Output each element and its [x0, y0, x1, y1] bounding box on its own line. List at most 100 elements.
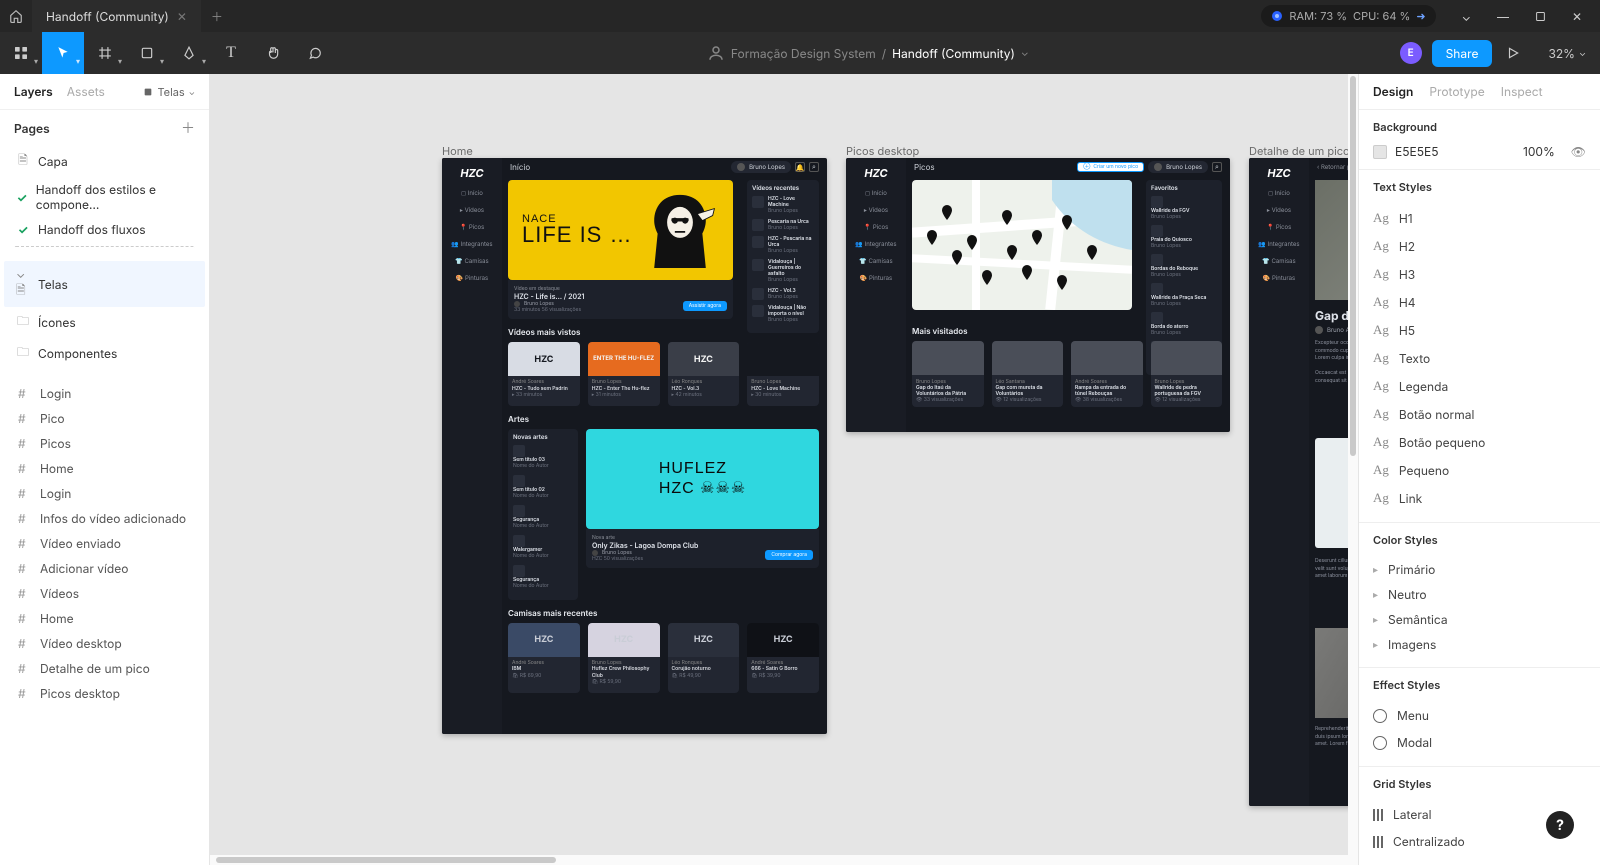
page-row[interactable]: ✓Handoff dos estilos e compone…	[4, 177, 205, 217]
layer-row[interactable]: #Home	[0, 456, 209, 481]
text-style-row[interactable]: AgLegenda	[1373, 372, 1586, 400]
text-style-row[interactable]: AgH2	[1373, 232, 1586, 260]
breadcrumb-parent[interactable]: Formação Design System	[731, 46, 876, 61]
tab-layers[interactable]: Layers	[14, 84, 53, 99]
color-style-group[interactable]: ▸Primário	[1373, 557, 1586, 582]
tab-design[interactable]: Design	[1373, 84, 1413, 99]
page-row[interactable]: 🗎Capa	[4, 146, 205, 177]
zoom-control[interactable]: 32% ⌄	[1534, 46, 1600, 61]
tab-title: Handoff (Community)	[46, 9, 169, 24]
effect-style-row[interactable]: Modal	[1373, 729, 1586, 756]
breadcrumb-current[interactable]: Handoff (Community)	[892, 46, 1015, 61]
page-row[interactable]: 🗀Ícones	[4, 307, 205, 338]
chevron-down-icon[interactable]: ⌄	[1462, 9, 1471, 24]
present-button[interactable]	[1492, 32, 1534, 74]
frame-home-title: Início	[510, 162, 530, 172]
main-menu-button[interactable]: ▾	[0, 32, 42, 74]
add-page-button[interactable]: ＋	[181, 118, 195, 138]
text-style-row[interactable]: AgBotão pequeno	[1373, 428, 1586, 456]
bg-hex[interactable]: E5E5E5	[1395, 144, 1515, 159]
search-icon: ⌕	[1212, 162, 1222, 172]
user-avatar[interactable]: E	[1400, 42, 1422, 64]
canvas-scrollbar[interactable]	[210, 855, 1358, 865]
window-tabbar: Handoff (Community) ✕ ＋ RAM: 73 % CPU: 6…	[0, 0, 1600, 32]
share-button[interactable]: Share	[1432, 40, 1493, 67]
pen-tool[interactable]: ▾	[168, 32, 210, 74]
page-row[interactable]: ⌄ 🗎Telas	[4, 261, 205, 307]
layer-row[interactable]: #Home	[0, 606, 209, 631]
frame-home[interactable]: HZC◻ Início▸ Vídeos📍 Picos👥 Integrantes👕…	[442, 158, 827, 734]
text-style-row[interactable]: AgH3	[1373, 260, 1586, 288]
canvas[interactable]: Home HZC◻ Início▸ Vídeos📍 Picos👥 Integra…	[210, 74, 1358, 865]
frame-label-picos[interactable]: Picos desktop	[846, 144, 919, 158]
notification-icon: 🔔	[795, 162, 805, 172]
bg-opacity[interactable]: 100%	[1523, 144, 1555, 159]
layer-row[interactable]: #Adicionar vídeo	[0, 556, 209, 581]
layer-row[interactable]: #Login	[0, 381, 209, 406]
frame-picos[interactable]: HZC◻ Início▸ Vídeos📍 Picos👥 Integrantes👕…	[846, 158, 1230, 432]
text-style-row[interactable]: AgBotão normal	[1373, 400, 1586, 428]
system-monitor: RAM: 73 % CPU: 64 % ➜	[1253, 5, 1443, 27]
frame-label-home[interactable]: Home	[442, 144, 473, 158]
left-panel: Layers Assets Telas ⌄ Pages ＋ 🗎Capa✓Hand…	[0, 74, 210, 865]
page-row[interactable]: ✓Handoff dos fluxos	[4, 217, 205, 242]
window-minimize-icon[interactable]: —	[1497, 9, 1509, 24]
background-header: Background	[1373, 120, 1586, 134]
layer-row[interactable]: #Infos do vídeo adicionado	[0, 506, 209, 531]
move-tool[interactable]: ▾	[42, 32, 84, 74]
shape-tool[interactable]: ▾	[126, 32, 168, 74]
right-panel: Design Prototype Inspect Background E5E5…	[1358, 74, 1600, 865]
page-selector[interactable]: Telas ⌄	[143, 85, 195, 99]
grid-styles-header: Grid Styles	[1373, 777, 1586, 791]
new-pico-button: ⊕ Criar um novo pico	[1077, 162, 1144, 172]
tab-prototype[interactable]: Prototype	[1429, 84, 1484, 99]
new-tab-button[interactable]: ＋	[201, 8, 233, 25]
layer-row[interactable]: #Vídeo enviado	[0, 531, 209, 556]
toolbar: ▾ ▾ ▾ ▾ ▾ T Formação Design System / Han…	[0, 32, 1600, 74]
color-style-group[interactable]: ▸Semântica	[1373, 607, 1586, 632]
pages-header: Pages	[14, 121, 50, 136]
visibility-icon[interactable]: 👁	[1571, 144, 1586, 159]
effect-style-row[interactable]: Menu	[1373, 702, 1586, 729]
layer-row[interactable]: #Pico	[0, 406, 209, 431]
comment-tool[interactable]	[294, 32, 336, 74]
bg-swatch[interactable]	[1373, 145, 1387, 159]
window-close-icon[interactable]: ✕	[1572, 9, 1582, 24]
effect-styles-header: Effect Styles	[1373, 678, 1586, 692]
tab-assets[interactable]: Assets	[67, 84, 105, 99]
text-style-row[interactable]: AgH1	[1373, 204, 1586, 232]
home-icon[interactable]	[0, 9, 32, 23]
color-style-group[interactable]: ▸Imagens	[1373, 632, 1586, 657]
frame-label-detalhe[interactable]: Detalhe de um pico	[1249, 144, 1350, 158]
hand-tool[interactable]	[252, 32, 294, 74]
layer-row[interactable]: #Detalhe de um pico	[0, 656, 209, 681]
canvas-scrollbar-vertical[interactable]	[1348, 74, 1358, 855]
buy-now-button: Comprar agora	[765, 550, 813, 560]
page-row[interactable]: 🗀Componentes	[4, 338, 205, 369]
search-icon: ⌕	[809, 162, 819, 172]
cpu-label: CPU: 64 %	[1353, 9, 1410, 23]
file-tab[interactable]: Handoff (Community) ✕	[32, 0, 201, 32]
text-style-row[interactable]: AgTexto	[1373, 344, 1586, 372]
close-tab-icon[interactable]: ✕	[177, 9, 187, 24]
layer-row[interactable]: #Vídeo desktop	[0, 631, 209, 656]
help-button[interactable]: ?	[1546, 811, 1574, 839]
layer-row[interactable]: #Vídeos	[0, 581, 209, 606]
tab-inspect[interactable]: Inspect	[1501, 84, 1543, 99]
window-maximize-icon[interactable]: ▢	[1535, 9, 1546, 24]
ram-label: RAM: 73 %	[1289, 9, 1347, 23]
watch-now-button: Assistir agora	[683, 301, 727, 311]
text-style-row[interactable]: AgH4	[1373, 288, 1586, 316]
layer-row[interactable]: #Login	[0, 481, 209, 506]
text-tool[interactable]: T	[210, 32, 252, 74]
frame-tool[interactable]: ▾	[84, 32, 126, 74]
layer-row[interactable]: #Picos	[0, 431, 209, 456]
color-styles-header: Color Styles	[1373, 533, 1586, 547]
layer-row[interactable]: #Picos desktop	[0, 681, 209, 706]
color-style-group[interactable]: ▸Neutro	[1373, 582, 1586, 607]
text-style-row[interactable]: AgH5	[1373, 316, 1586, 344]
chevron-down-icon[interactable]: ⌄	[1021, 47, 1029, 59]
text-style-row[interactable]: AgLink	[1373, 484, 1586, 512]
frame-detalhe[interactable]: HZC ◻ Início▸ Vídeos📍 Picos👥 Integrantes…	[1249, 158, 1358, 806]
text-style-row[interactable]: AgPequeno	[1373, 456, 1586, 484]
